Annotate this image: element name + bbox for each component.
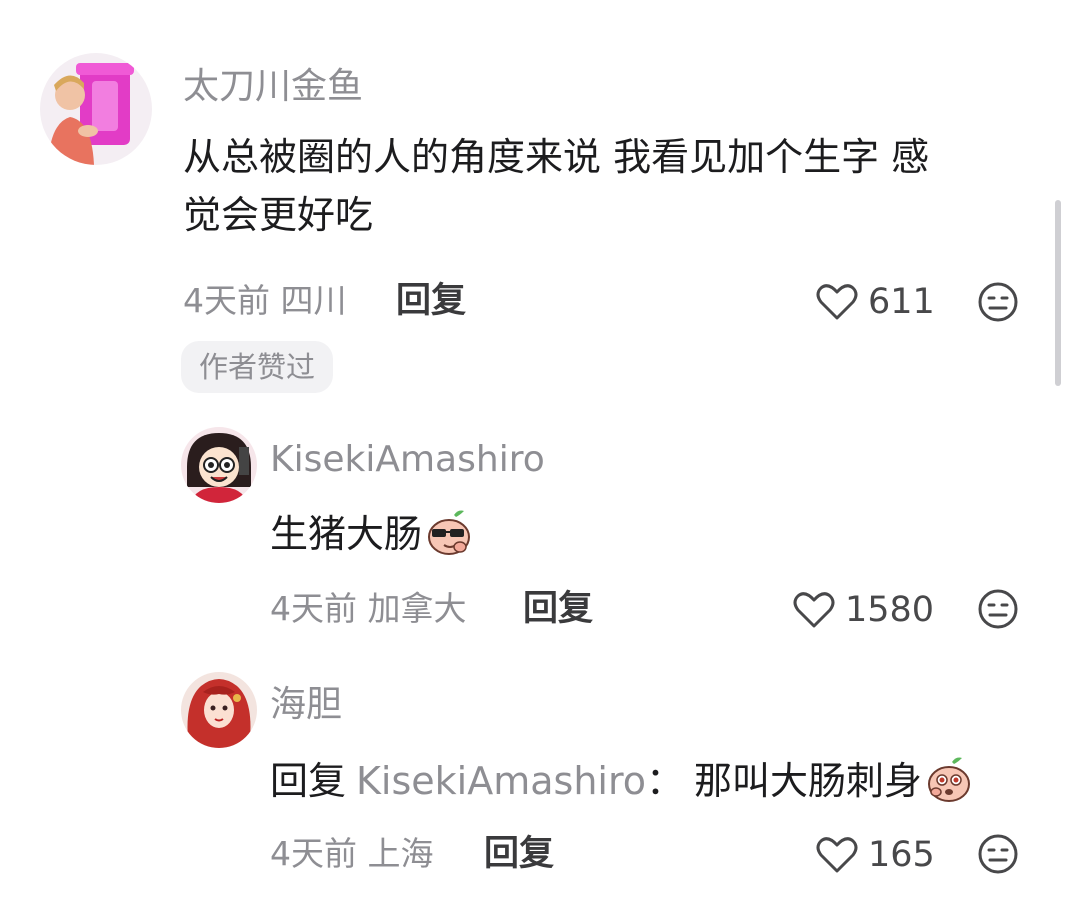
avatar[interactable] bbox=[40, 53, 152, 165]
comment-username[interactable]: 太刀川金鱼 bbox=[183, 65, 363, 109]
comment-location: 加拿大 bbox=[367, 589, 467, 628]
scrollbar[interactable] bbox=[1055, 200, 1061, 386]
like-button[interactable]: 165 bbox=[816, 833, 935, 877]
comment-username[interactable]: KisekiAmashiro bbox=[270, 438, 545, 482]
comment-meta: 4天前 四川 bbox=[183, 279, 347, 323]
dislike-button[interactable] bbox=[977, 588, 1019, 630]
comment-text: 从总被圈的人的角度来说 我看见加个生字 感 觉会更好吃 bbox=[183, 128, 929, 244]
like-count: 1580 bbox=[845, 590, 935, 630]
comment-text: 生猪大肠 bbox=[270, 505, 474, 563]
reply-target-username[interactable]: KisekiAmashiro bbox=[356, 759, 646, 803]
shocked-peach-emoji bbox=[924, 754, 974, 804]
reply-button[interactable]: 回复 bbox=[484, 832, 554, 876]
like-count: 611 bbox=[868, 282, 935, 322]
frown-face-icon bbox=[978, 834, 1018, 874]
like-button[interactable]: 611 bbox=[816, 280, 935, 324]
comment-text-line: 生猪大肠 bbox=[270, 512, 423, 556]
frown-face-icon bbox=[978, 282, 1018, 322]
comment-meta: 4天前 上海 bbox=[270, 832, 434, 876]
heart-outline-icon bbox=[816, 284, 858, 320]
comment-time: 4天前 bbox=[270, 589, 357, 628]
comment-location: 上海 bbox=[367, 834, 434, 873]
comment-thread: 太刀川金鱼 从总被圈的人的角度来说 我看见加个生字 感 觉会更好吃 4天前 四川… bbox=[0, 0, 1079, 900]
like-count: 165 bbox=[868, 835, 935, 875]
heart-outline-icon bbox=[816, 837, 858, 873]
author-liked-badge: 作者赞过 bbox=[181, 341, 334, 393]
dislike-button[interactable] bbox=[977, 281, 1019, 323]
comment-text-line: 觉会更好吃 bbox=[183, 193, 374, 237]
comment-text: 回复 KisekiAmashiro： 那叫大肠刺身 bbox=[270, 752, 974, 810]
reply-colon: ： bbox=[646, 759, 685, 803]
avatar[interactable] bbox=[181, 672, 257, 748]
comment-text-line: 那叫大肠刺身 bbox=[694, 759, 923, 803]
dislike-button[interactable] bbox=[977, 833, 1019, 875]
sunglasses-peach-emoji bbox=[424, 507, 474, 557]
comment-time: 4天前 bbox=[183, 281, 270, 320]
comment-meta: 4天前 加拿大 bbox=[270, 587, 467, 631]
comment-username[interactable]: 海胆 bbox=[270, 683, 342, 727]
reply-prefix: 回复 bbox=[270, 759, 347, 803]
frown-face-icon bbox=[978, 589, 1018, 629]
comment-text-line: 从总被圈的人的角度来说 我看见加个生字 感 bbox=[183, 135, 930, 179]
reply-button[interactable]: 回复 bbox=[396, 279, 466, 323]
avatar[interactable] bbox=[181, 427, 257, 503]
comment-time: 4天前 bbox=[270, 834, 357, 873]
comment-location: 四川 bbox=[280, 281, 347, 320]
like-button[interactable]: 1580 bbox=[793, 588, 934, 632]
heart-outline-icon bbox=[793, 592, 835, 628]
reply-button[interactable]: 回复 bbox=[523, 587, 593, 631]
